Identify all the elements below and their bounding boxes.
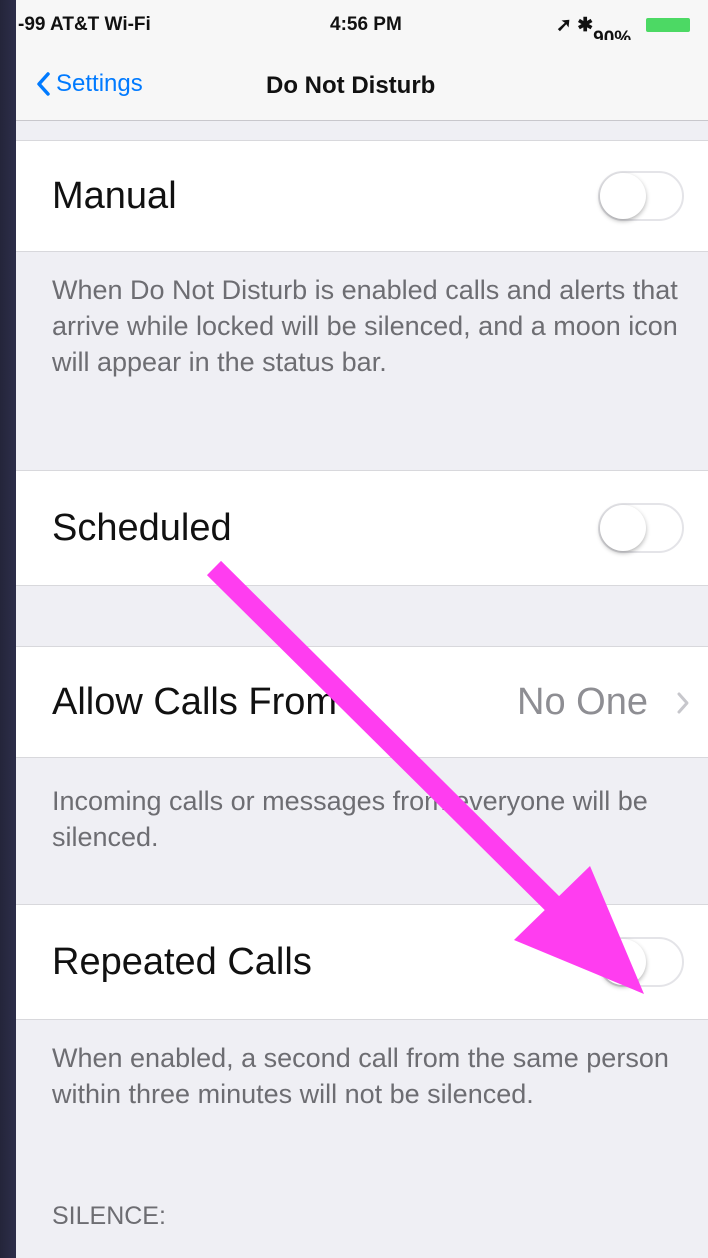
- annotation-arrow-icon: [206, 560, 644, 994]
- phone-screen: -99 AT&T Wi-Fi 4:56 PM ➚ ✱ 90% Settings …: [16, 0, 708, 1258]
